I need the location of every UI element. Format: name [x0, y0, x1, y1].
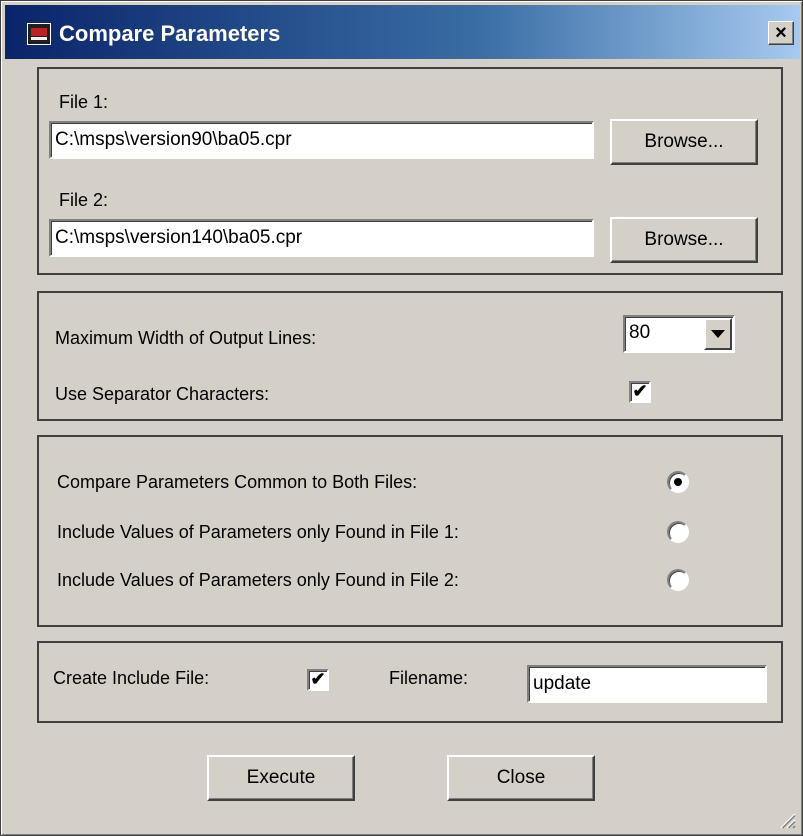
close-icon: × [775, 22, 787, 44]
filename-input[interactable]: update [527, 665, 767, 703]
create-include-label: Create Include File: [53, 668, 210, 688]
close-button[interactable]: Close [447, 755, 595, 801]
compare-common-radio[interactable] [667, 471, 689, 493]
file2-browse-button[interactable]: Browse... [610, 217, 758, 263]
include-file2-label: Include Values of Parameters only Found … [57, 570, 459, 590]
file2-label: File 2: [59, 190, 109, 210]
file2-input[interactable]: C:\msps\version140\ba05.cpr [49, 219, 594, 257]
compare-mode-group: Compare Parameters Common to Both Files:… [37, 435, 783, 627]
resize-grip-icon[interactable] [778, 811, 796, 829]
include-file1-label: Include Values of Parameters only Found … [57, 522, 459, 542]
compare-common-label: Compare Parameters Common to Both Files: [57, 472, 418, 492]
include-file2-radio[interactable] [667, 569, 689, 591]
chevron-down-icon[interactable] [704, 318, 732, 350]
title-bar[interactable]: Compare Parameters × [5, 5, 800, 59]
include-file1-radio[interactable] [667, 521, 689, 543]
separator-checkbox[interactable]: ✔ [629, 381, 651, 403]
filename-label: Filename: [389, 668, 469, 688]
max-width-value: 80 [629, 322, 651, 343]
separator-label: Use Separator Characters: [55, 384, 270, 404]
app-icon [27, 23, 51, 45]
file1-label: File 1: [59, 92, 109, 112]
compare-parameters-dialog: Compare Parameters × File 1: C:\msps\ver… [0, 0, 803, 836]
file1-browse-button[interactable]: Browse... [610, 119, 758, 165]
file1-input[interactable]: C:\msps\version90\ba05.cpr [49, 121, 594, 159]
close-window-button[interactable]: × [768, 21, 794, 45]
max-width-select[interactable]: 80 [623, 315, 735, 353]
output-options-group: Maximum Width of Output Lines: 80 Use Se… [37, 291, 783, 421]
include-file-group: Create Include File: ✔ Filename: update [37, 641, 783, 723]
files-group: File 1: C:\msps\version90\ba05.cpr Brows… [37, 67, 783, 275]
create-include-checkbox[interactable]: ✔ [307, 669, 329, 691]
max-width-label: Maximum Width of Output Lines: [55, 328, 317, 348]
window-title: Compare Parameters [59, 21, 281, 46]
execute-button[interactable]: Execute [207, 755, 355, 801]
